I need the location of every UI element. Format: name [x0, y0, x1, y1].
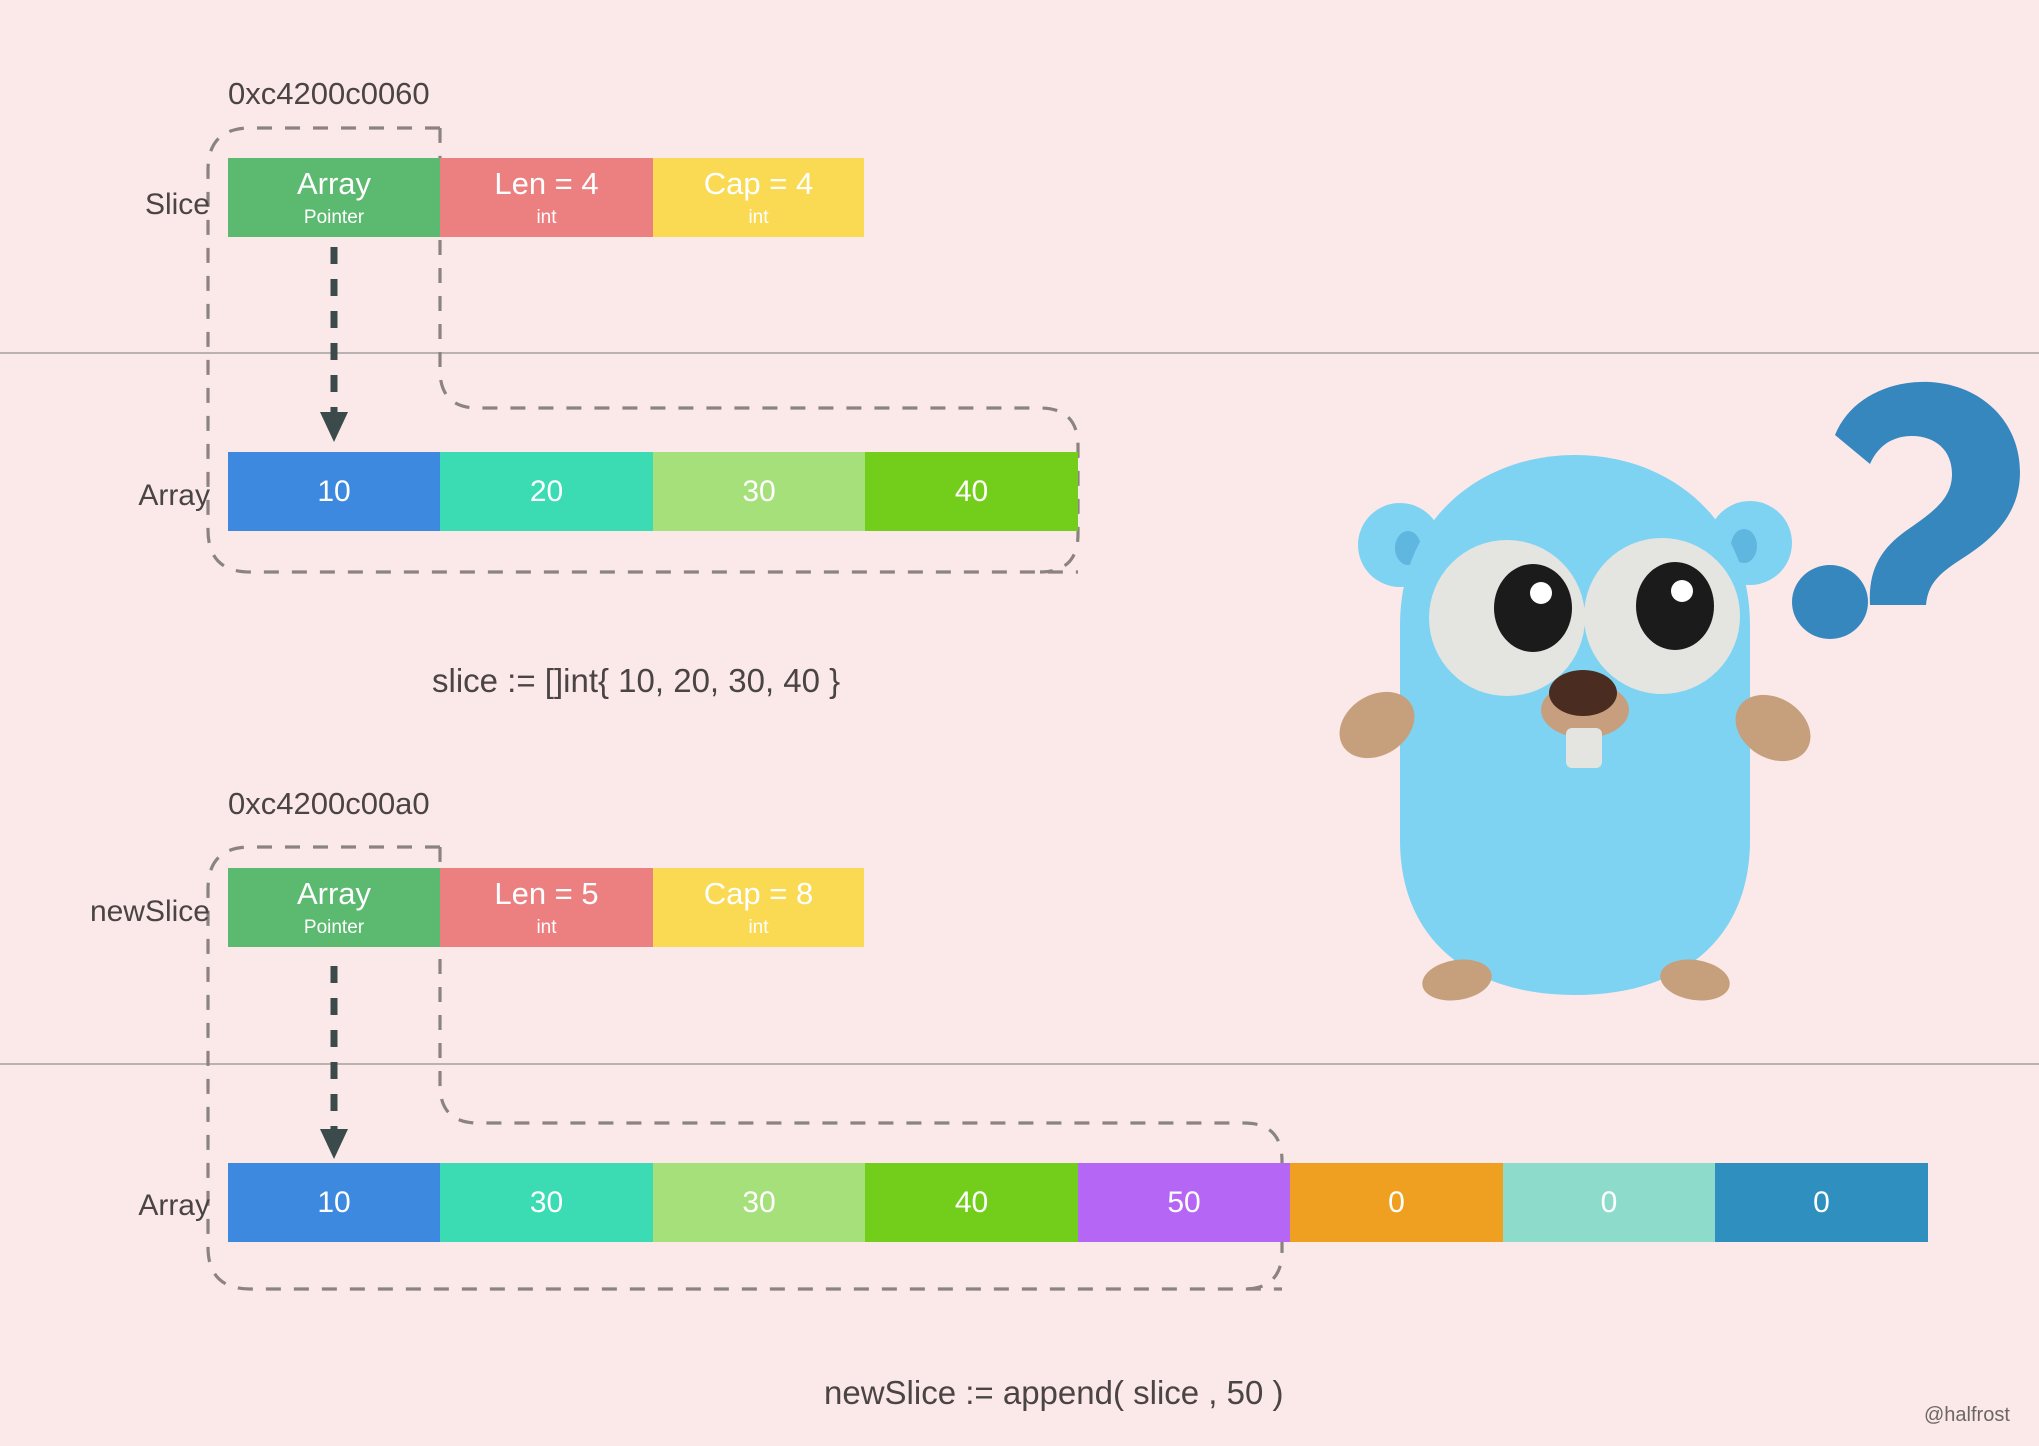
slice-address-label: 0xc4200c0060	[228, 76, 430, 111]
watermark-label: @halfrost	[1924, 1404, 2010, 1426]
slice-row-label: Slice	[144, 188, 210, 221]
divider-rule-top	[0, 352, 2039, 354]
field-title: Len = 4	[494, 166, 599, 201]
gopher-nose	[1549, 670, 1617, 716]
field-subtitle: int	[748, 207, 769, 228]
gopher-eye-highlight-left	[1530, 582, 1552, 604]
field-title: Array	[296, 876, 372, 911]
newslice-row-label: newSlice	[89, 895, 210, 928]
go-gopher-icon	[1339, 381, 2020, 1001]
diagram-canvas: 0xc4200c0060 Slice Array Pointer Len = 4…	[0, 0, 2039, 1446]
slice-declaration-caption: slice := []int{ 10, 20, 30, 40 }	[432, 662, 841, 699]
gopher-pupil-left	[1494, 564, 1572, 652]
divider-rule-bottom	[0, 1063, 2039, 1065]
append-caption: newSlice := append( slice , 50 )	[824, 1374, 1284, 1411]
slice-cap-field: Cap = 4 int	[653, 158, 864, 237]
newarray-row-label: Array	[138, 1189, 210, 1222]
newslice-array-pointer-field: Array Pointer	[228, 868, 440, 947]
gopher-eye-highlight-right	[1671, 580, 1693, 602]
field-subtitle: Pointer	[303, 917, 365, 938]
field-title: Cap = 8	[703, 876, 814, 911]
array-cell: 10	[228, 452, 440, 531]
array-cell: 30	[653, 1163, 865, 1242]
newslice-cap-field: Cap = 8 int	[653, 868, 864, 947]
slice-len-field: Len = 4 int	[440, 158, 653, 237]
question-mark-icon	[1792, 381, 2020, 639]
slice-array-pointer-field: Array Pointer	[228, 158, 440, 237]
field-subtitle: int	[748, 917, 769, 938]
array-cell: 10	[228, 1163, 440, 1242]
array-cell: 30	[440, 1163, 653, 1242]
gopher-teeth	[1566, 728, 1602, 768]
field-subtitle: int	[536, 207, 557, 228]
newslice-address-label: 0xc4200c00a0	[228, 786, 430, 821]
array-cell: 20	[440, 452, 653, 531]
array-cell: 30	[653, 452, 865, 531]
array-row-label: Array	[138, 479, 210, 512]
field-subtitle: int	[536, 917, 557, 938]
array-cell: 0	[1290, 1163, 1503, 1242]
field-title: Array	[296, 166, 372, 201]
array-cell: 0	[1715, 1163, 1928, 1242]
field-title: Len = 5	[494, 876, 599, 911]
gopher-pupil-right	[1636, 562, 1714, 650]
array-cell: 0	[1503, 1163, 1715, 1242]
field-subtitle: Pointer	[303, 207, 365, 228]
array-cell: 40	[865, 1163, 1078, 1242]
array-cell: 40	[865, 452, 1078, 531]
array-cell: 50	[1078, 1163, 1290, 1242]
newslice-len-field: Len = 5 int	[440, 868, 653, 947]
field-title: Cap = 4	[703, 166, 814, 201]
